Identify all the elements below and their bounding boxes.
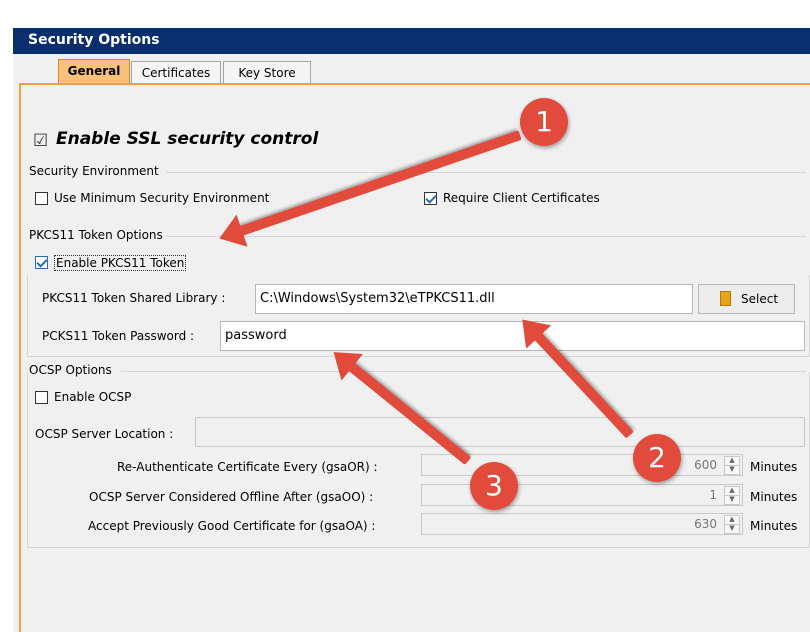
use-min-security-label: Use Minimum Security Environment [54, 191, 270, 205]
tab-general-label: General [67, 64, 121, 78]
enable-ssl-label: Enable SSL security control [56, 129, 319, 149]
security-environment-group-label: Security Environment [29, 164, 159, 178]
tab-key-store-label: Key Store [238, 66, 296, 80]
window-title: Security Options [28, 32, 160, 48]
enable-pkcs11-checkbox[interactable] [35, 256, 48, 269]
tab-key-store[interactable]: Key Store [223, 61, 311, 83]
shared-library-input[interactable]: C:\Windows\System32\eTPKCS11.dll [255, 284, 693, 314]
select-library-button[interactable]: Select [698, 284, 795, 314]
annotation-badge-1: 1 [520, 98, 568, 146]
group-divider [166, 236, 806, 237]
pkcs11-group-label: PKCS11 Token Options [29, 228, 163, 242]
select-button-label: Select [741, 292, 779, 306]
ocsp-group-box [27, 372, 810, 548]
tab-certificates[interactable]: Certificates [131, 61, 221, 83]
token-password-input[interactable]: password [220, 321, 805, 351]
shared-library-label: PKCS11 Token Shared Library : [42, 291, 226, 305]
require-client-certs-label: Require Client Certificates [443, 191, 600, 205]
tab-general[interactable]: General [58, 59, 130, 84]
use-min-security-checkbox[interactable] [35, 192, 48, 205]
annotation-badge-2: 2 [633, 434, 681, 482]
security-options-window: Security Options General Certificates Ke… [13, 28, 810, 632]
top-border [0, 0, 810, 6]
require-client-certs-checkbox[interactable] [424, 192, 437, 205]
title-bar: Security Options [13, 28, 810, 54]
group-divider [166, 172, 806, 173]
token-password-label: PCKS11 Token Password : [42, 329, 195, 343]
folder-icon [720, 291, 731, 306]
annotation-badge-3: 3 [470, 462, 518, 510]
enable-pkcs11-label: Enable PKCS11 Token [54, 255, 187, 271]
tab-certificates-label: Certificates [141, 66, 211, 80]
checkmark-icon[interactable]: ☑ [33, 131, 48, 151]
